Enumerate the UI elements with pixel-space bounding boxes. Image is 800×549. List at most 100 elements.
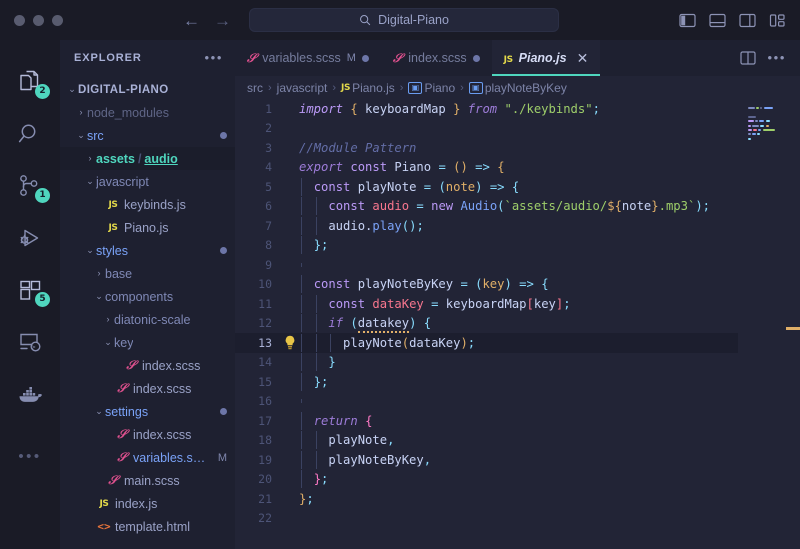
code-lines[interactable]: 1 import { keyboardMap } from "./keybinds… — [235, 99, 738, 549]
breadcrumb-item[interactable]: ▣ playNoteByKey — [468, 81, 567, 95]
chevron-icon[interactable]: ⌄ — [93, 407, 105, 416]
close-tab-icon[interactable]: ✕ — [577, 51, 589, 65]
unsaved-dot — [220, 132, 227, 139]
tree-item[interactable]: ⌄ settings — [60, 400, 235, 423]
code-line[interactable]: 22 — [235, 509, 738, 529]
tab-dirty-indicator[interactable] — [361, 54, 369, 62]
code-line[interactable]: 15 }; — [235, 372, 738, 392]
tree-item[interactable]: JS Piano.js — [60, 216, 235, 239]
customize-layout-icon[interactable] — [769, 13, 786, 28]
explorer-more-actions[interactable]: ••• — [205, 51, 223, 64]
code-line[interactable]: 13 playNote(dataKey); — [235, 333, 738, 353]
tree-item[interactable]: 𝒮main.scss — [60, 469, 235, 492]
tree-item[interactable]: ⌄ styles — [60, 239, 235, 262]
activity-item-run-and-debug[interactable] — [0, 212, 60, 264]
tree-item-label: Piano.js — [124, 220, 169, 235]
editor-tab-bar[interactable]: 𝒮variables.scss M 𝒮index.scss JS Piano.js ✕ •… — [235, 40, 800, 76]
window-controls[interactable] — [0, 14, 63, 26]
chevron-icon[interactable]: ⌄ — [84, 177, 96, 186]
go-back-icon[interactable]: ← — [183, 12, 200, 29]
chevron-icon[interactable]: › — [93, 269, 105, 278]
tab-dirty-indicator[interactable] — [472, 54, 480, 62]
tree-item[interactable]: 𝒮index.scss — [60, 377, 235, 400]
tree-item[interactable]: › assets / audio — [60, 147, 235, 170]
tree-item[interactable]: 𝒮variables.s… M — [60, 446, 235, 469]
code-line[interactable]: 9 — [235, 255, 738, 275]
chevron-icon[interactable]: ⌄ — [93, 292, 105, 301]
activity-item-explorer[interactable]: 2 — [0, 56, 60, 108]
activity-item-source-control[interactable]: 1 — [0, 160, 60, 212]
breadcrumb-item[interactable]: javascript — [277, 81, 328, 95]
tree-item[interactable]: ⌄ key — [60, 331, 235, 354]
activity-item-search[interactable] — [0, 108, 60, 160]
code-line[interactable]: 4 export const Piano = () => { — [235, 158, 738, 178]
minimap-segment — [752, 133, 757, 136]
code-line[interactable]: 3 //Module Pattern — [235, 138, 738, 158]
command-center-search[interactable]: Digital-Piano — [249, 8, 559, 32]
breadcrumb-item[interactable]: JS Piano.js — [341, 81, 395, 95]
tree-item[interactable]: ⌄ DIGITAL-PIANO — [60, 78, 235, 101]
close-window-button[interactable] — [14, 14, 25, 26]
code-editor[interactable]: 1 import { keyboardMap } from "./keybinds… — [235, 99, 800, 549]
tree-item[interactable]: JS keybinds.js — [60, 193, 235, 216]
minimap[interactable] — [738, 99, 800, 549]
toggle-secondary-sidebar-icon[interactable] — [739, 13, 756, 28]
tree-item[interactable]: › node_modules — [60, 101, 235, 124]
chevron-icon[interactable]: ⌄ — [66, 85, 78, 94]
chevron-icon[interactable]: ⌄ — [84, 246, 96, 255]
tree-item[interactable]: › diatonic-scale — [60, 308, 235, 331]
tree-item[interactable]: 𝒮index.scss — [60, 423, 235, 446]
activity-item-extensions[interactable]: 5 — [0, 264, 60, 316]
chevron-icon[interactable]: › — [84, 154, 96, 163]
minimap-scrollbar[interactable] — [786, 327, 800, 330]
file-tree[interactable]: ⌄ DIGITAL-PIANO › node_modules ⌄ src › assets / a… — [60, 76, 235, 549]
tree-item[interactable]: ⌄ components — [60, 285, 235, 308]
tree-item[interactable]: <> template.html — [60, 515, 235, 538]
split-editor-icon[interactable] — [739, 51, 756, 65]
code-line[interactable]: 8 }; — [235, 236, 738, 256]
toggle-primary-sidebar-icon[interactable] — [679, 13, 696, 28]
code-line[interactable]: 2 — [235, 119, 738, 139]
editor-tab[interactable]: 𝒮index.scss — [381, 40, 492, 76]
breadcrumb-item[interactable]: ▣ Piano — [408, 81, 455, 95]
editor-tab[interactable]: 𝒮variables.scss M — [235, 40, 381, 76]
tree-item[interactable]: ⌄ src — [60, 124, 235, 147]
breadcrumb-item[interactable]: src — [247, 81, 263, 95]
code-line[interactable]: 7 audio.play(); — [235, 216, 738, 236]
quick-fix-lightbulb-icon[interactable] — [281, 335, 299, 350]
activity-item-remote-explorer[interactable]: >_ — [0, 316, 60, 368]
indent-guide — [301, 450, 302, 469]
editor-tab[interactable]: JS Piano.js ✕ — [491, 40, 601, 76]
minimize-window-button[interactable] — [33, 14, 44, 26]
code-line[interactable]: 18 playNote, — [235, 431, 738, 451]
editor-more-actions[interactable]: ••• — [768, 51, 786, 64]
tree-item[interactable]: 𝒮index.scss — [60, 354, 235, 377]
maximize-window-button[interactable] — [52, 14, 63, 26]
code-token: ) — [460, 335, 468, 350]
chevron-icon[interactable]: › — [75, 108, 87, 117]
chevron-icon[interactable]: › — [102, 315, 114, 324]
code-line[interactable]: 16 — [235, 392, 738, 412]
code-line[interactable]: 17 return { — [235, 411, 738, 431]
code-line[interactable]: 10 const playNoteByKey = (key) => { — [235, 275, 738, 295]
code-line[interactable]: 1 import { keyboardMap } from "./keybinds… — [235, 99, 738, 119]
code-line[interactable]: 19 playNoteByKey, — [235, 450, 738, 470]
chevron-icon[interactable]: ⌄ — [102, 338, 114, 347]
code-line[interactable]: 12 if (datakey) { — [235, 314, 738, 334]
tree-item[interactable]: ⌄ javascript — [60, 170, 235, 193]
code-line[interactable]: 21}; — [235, 489, 738, 509]
code-line[interactable]: 11 const dataKey = keyboardMap[key]; — [235, 294, 738, 314]
code-line[interactable]: 14 } — [235, 353, 738, 373]
toggle-panel-icon[interactable] — [709, 13, 726, 28]
go-forward-icon[interactable]: → — [214, 12, 231, 29]
breadcrumb[interactable]: src › javascript › JS Piano.js › ▣ Piano › ▣ playNo… — [235, 76, 800, 99]
activity-item-docker[interactable] — [0, 368, 60, 420]
chevron-icon[interactable]: ⌄ — [75, 131, 87, 140]
tree-item[interactable]: › base — [60, 262, 235, 285]
code-line[interactable]: 6 const audio = new Audio(`assets/audio/… — [235, 197, 738, 217]
tree-item[interactable]: JS index.js — [60, 492, 235, 515]
activity-item-more[interactable]: ••• — [0, 430, 60, 482]
code-line[interactable]: 20 }; — [235, 470, 738, 490]
minimap-segment — [748, 137, 751, 140]
code-line[interactable]: 5 const playNote = (note) => { — [235, 177, 738, 197]
